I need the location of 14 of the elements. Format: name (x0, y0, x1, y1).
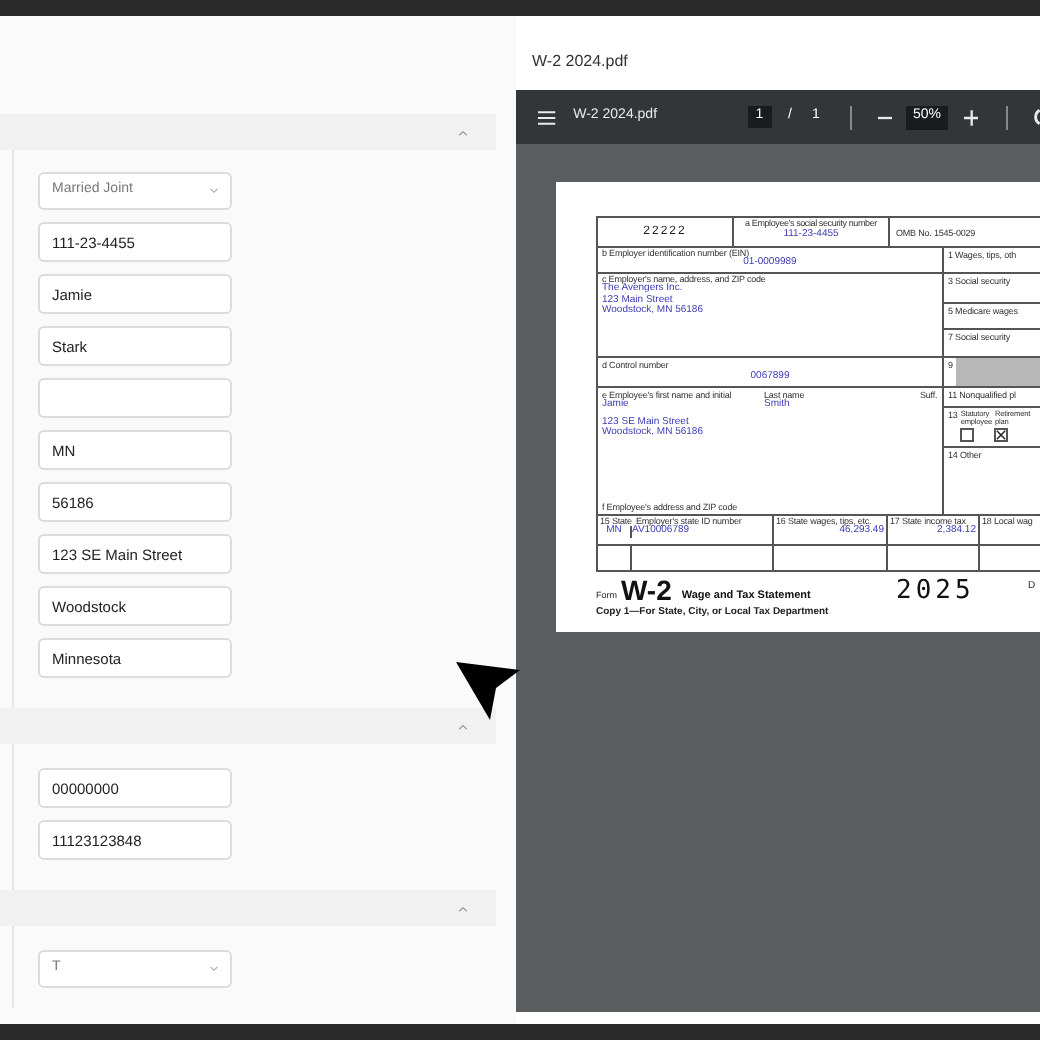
collapse-caret-icon (458, 905, 468, 911)
zoom-in-icon[interactable] (963, 109, 979, 125)
file-title: W-2 2024.pdf (532, 50, 628, 74)
chevron-down-icon (210, 966, 218, 972)
collapse-caret-icon (458, 129, 468, 135)
shaded-box (955, 358, 1040, 386)
rotate-icon[interactable] (1030, 108, 1040, 126)
form-name: W-2 (621, 578, 672, 604)
chevron-down-icon (210, 188, 218, 194)
collapse-caret-icon (458, 723, 468, 729)
menu-icon[interactable] (538, 109, 556, 125)
cursor-icon (456, 662, 522, 722)
input-field[interactable] (38, 378, 232, 418)
tax-year: 2025 (896, 578, 977, 604)
